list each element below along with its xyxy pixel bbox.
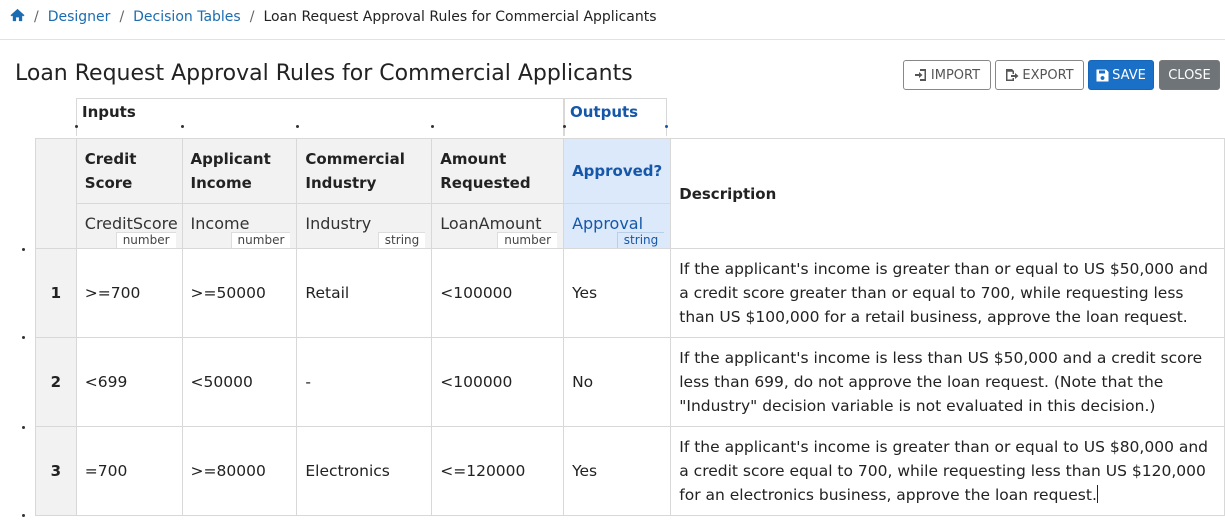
import-button[interactable]: IMPORT xyxy=(903,60,991,90)
table-row: 2 <699 <50000 - <100000 No If the applic… xyxy=(35,337,1225,427)
column-header-description: Description xyxy=(670,138,1225,249)
rule-cell[interactable]: Electronics xyxy=(296,426,433,516)
breadcrumb-current: Loan Request Approval Rules for Commerci… xyxy=(263,9,657,25)
column-header-applicant-income[interactable]: Applicant Income xyxy=(181,138,298,204)
column-header-approved[interactable]: Approved? xyxy=(563,138,672,204)
breadcrumb-bar: / Designer / Decision Tables / Loan Requ… xyxy=(0,0,1225,40)
breadcrumb-separator: / xyxy=(34,9,39,25)
row-number: 2 xyxy=(35,337,77,427)
rule-cell[interactable]: <=120000 xyxy=(431,426,565,516)
variable-type-badge: number xyxy=(497,232,558,248)
output-cell[interactable]: Yes xyxy=(563,426,672,516)
save-icon xyxy=(1096,69,1109,81)
rule-cell[interactable]: =700 xyxy=(75,426,183,516)
outputs-group-label: Outputs xyxy=(570,103,639,121)
output-cell[interactable]: Yes xyxy=(563,248,672,338)
row-drag-handle[interactable] xyxy=(22,514,25,517)
row-number: 1 xyxy=(35,248,77,338)
rule-cell[interactable]: - xyxy=(296,337,433,427)
close-label: CLOSE xyxy=(1168,67,1211,83)
rule-cell[interactable]: <100000 xyxy=(431,248,565,338)
breadcrumb-decision-tables[interactable]: Decision Tables xyxy=(133,9,241,25)
outputs-group-header: Outputs xyxy=(564,98,667,136)
breadcrumb-designer[interactable]: Designer xyxy=(48,9,111,25)
resize-handle[interactable] xyxy=(665,125,668,128)
description-cell-editing[interactable]: If the applicant's income is greater tha… xyxy=(670,426,1225,516)
variable-name: Income xyxy=(190,214,250,233)
resize-handle[interactable] xyxy=(431,125,434,128)
export-button[interactable]: EXPORT xyxy=(995,60,1084,90)
resize-handle[interactable] xyxy=(296,125,299,128)
variable-type-badge: number xyxy=(115,232,176,248)
description-cell[interactable]: If the applicant's income is less than U… xyxy=(670,337,1225,427)
resize-handle[interactable] xyxy=(75,125,78,128)
variable-credit-score[interactable]: CreditScore number xyxy=(75,203,183,249)
row-number-header xyxy=(35,138,77,249)
variable-name: LoanAmount xyxy=(440,214,542,233)
column-header-commercial-industry[interactable]: Commercial Industry xyxy=(296,138,433,204)
variable-income[interactable]: Income number xyxy=(181,203,298,249)
variable-type-badge: string xyxy=(377,232,426,248)
breadcrumb-separator: / xyxy=(119,9,125,25)
table-row: 3 =700 >=80000 Electronics <=120000 Yes … xyxy=(35,426,1225,516)
resize-handle[interactable] xyxy=(563,125,566,128)
description-cell[interactable]: If the applicant's income is greater tha… xyxy=(670,248,1225,338)
import-icon xyxy=(914,69,926,81)
save-label: SAVE xyxy=(1112,67,1146,83)
variable-type-badge: number xyxy=(230,232,291,248)
decision-table: Credit Score Applicant Income Commercial… xyxy=(35,138,1225,516)
row-drag-handle[interactable] xyxy=(22,426,25,429)
variable-type-badge: string xyxy=(616,232,665,248)
breadcrumb-separator: / xyxy=(249,9,255,25)
column-header-credit-score[interactable]: Credit Score xyxy=(75,138,183,204)
export-label: EXPORT xyxy=(1022,67,1074,83)
row-number: 3 xyxy=(35,426,77,516)
table-row: 1 >=700 >=50000 Retail <100000 Yes If th… xyxy=(35,248,1225,338)
page-title: Loan Request Approval Rules for Commerci… xyxy=(15,61,633,86)
export-icon xyxy=(1006,69,1019,81)
inputs-group-header: Inputs xyxy=(76,98,564,136)
home-icon[interactable] xyxy=(10,8,25,26)
variable-approval[interactable]: Approval string xyxy=(563,203,672,249)
rule-cell[interactable]: >=80000 xyxy=(181,426,298,516)
close-button[interactable]: CLOSE xyxy=(1159,60,1220,90)
variable-name: Industry xyxy=(305,214,372,233)
inputs-group-label: Inputs xyxy=(82,103,136,121)
output-cell[interactable]: No xyxy=(563,337,672,427)
variable-industry[interactable]: Industry string xyxy=(296,203,433,249)
save-button[interactable]: SAVE xyxy=(1088,60,1154,90)
decision-table-panel: Loan Request Approval Rules for Commerci… xyxy=(4,48,1225,525)
breadcrumb: / Designer / Decision Tables / Loan Requ… xyxy=(10,8,657,26)
row-drag-handle[interactable] xyxy=(22,336,25,339)
variable-name: CreditScore xyxy=(84,214,178,233)
variable-loan-amount[interactable]: LoanAmount number xyxy=(431,203,565,249)
rule-cell[interactable]: <100000 xyxy=(431,337,565,427)
row-drag-handle[interactable] xyxy=(22,248,25,251)
column-header-amount-requested[interactable]: Amount Requested xyxy=(431,138,565,204)
rule-cell[interactable]: >=700 xyxy=(75,248,183,338)
rule-cell[interactable]: Retail xyxy=(296,248,433,338)
import-label: IMPORT xyxy=(930,67,981,83)
rule-cell[interactable]: <50000 xyxy=(181,337,298,427)
description-text: If the applicant's income is greater tha… xyxy=(679,438,1209,504)
rule-cell[interactable]: >=50000 xyxy=(181,248,298,338)
text-caret xyxy=(1096,485,1098,503)
variable-name: Approval xyxy=(572,214,644,233)
rule-cell[interactable]: <699 xyxy=(75,337,183,427)
resize-handle[interactable] xyxy=(181,125,184,128)
